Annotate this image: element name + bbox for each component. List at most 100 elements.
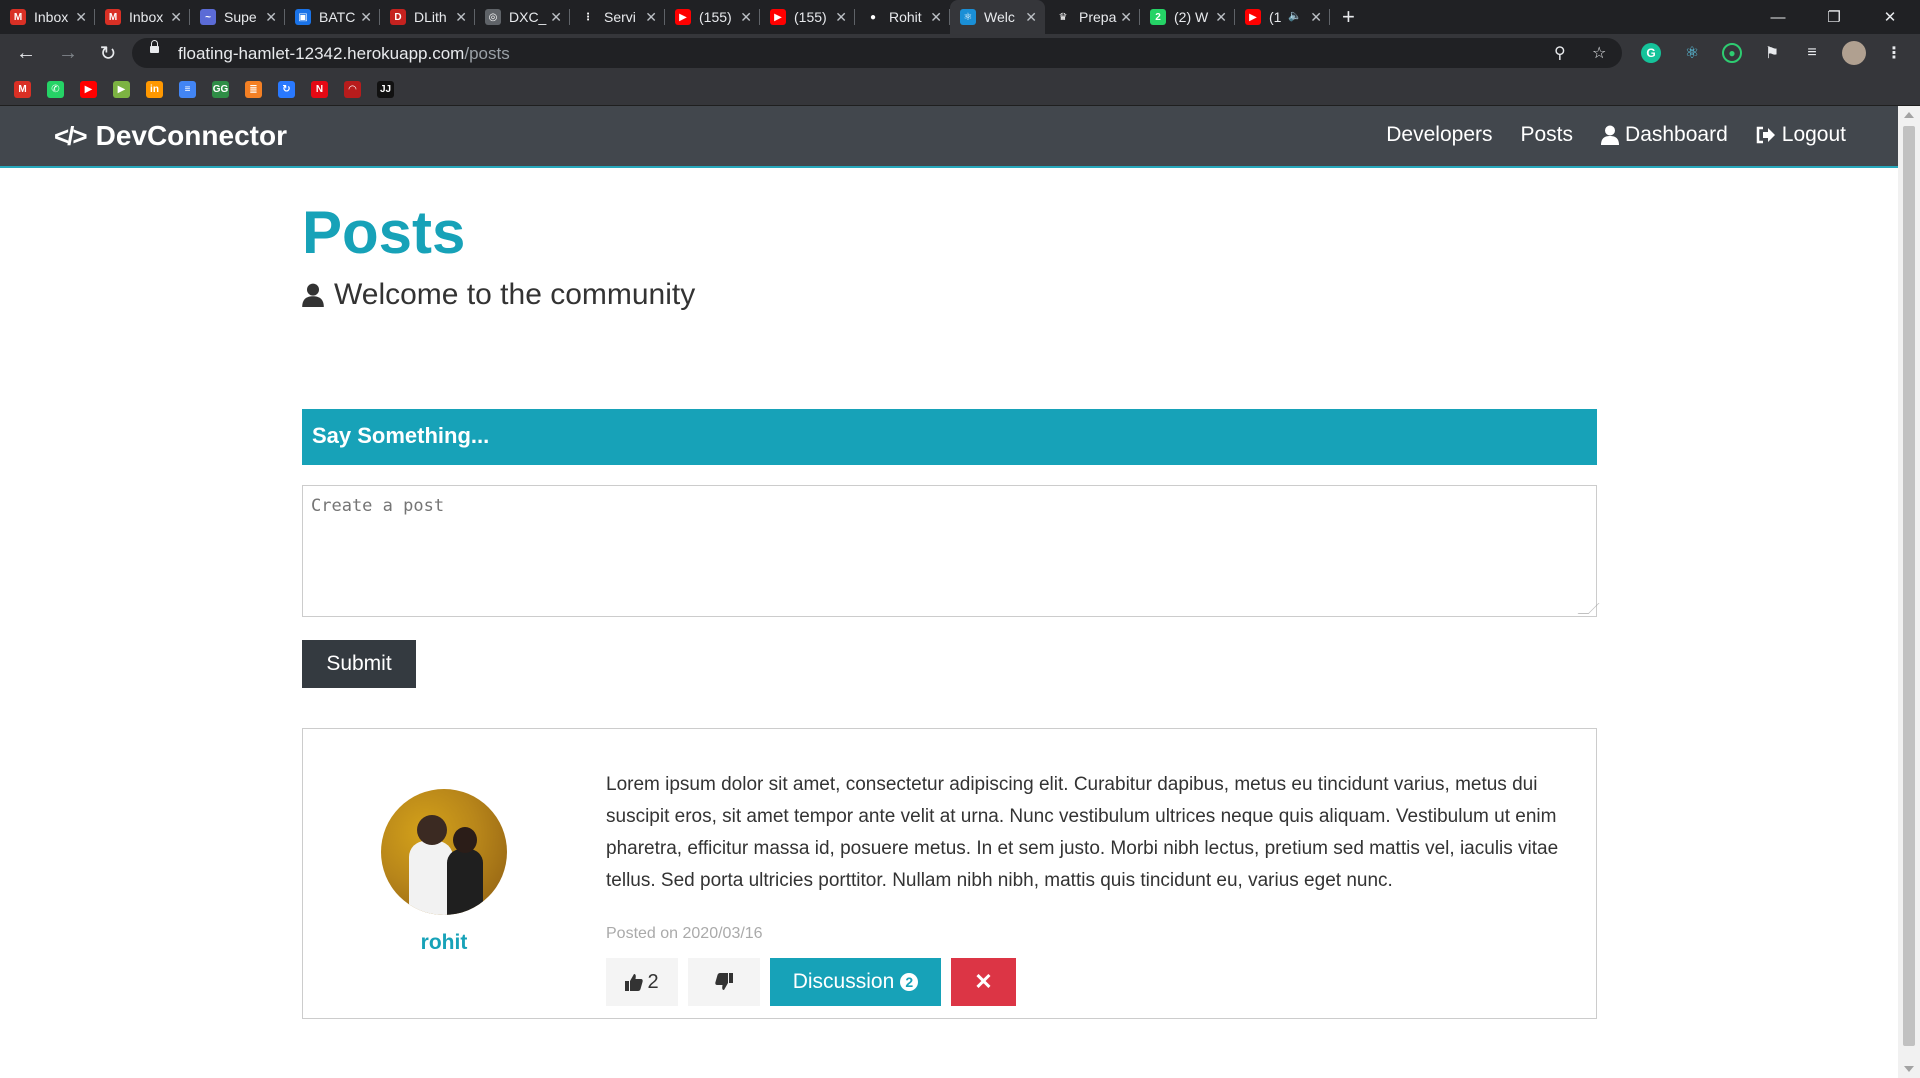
- bookmark-jj-icon[interactable]: JJ: [377, 81, 394, 98]
- browser-tab[interactable]: 2 (2) W ✕: [1140, 0, 1235, 34]
- target-extension-icon[interactable]: ●: [1722, 43, 1742, 63]
- github-icon: ●: [865, 9, 881, 25]
- new-tab-button[interactable]: +: [1342, 4, 1355, 30]
- scrollbar-thumb[interactable]: [1903, 126, 1915, 1046]
- nav-dashboard-link[interactable]: Dashboard: [1601, 123, 1728, 147]
- bookmark-gmail-icon[interactable]: M: [14, 81, 31, 98]
- nav-posts-link[interactable]: Posts: [1521, 123, 1574, 147]
- browser-tab[interactable]: ▶ (155) ✕: [665, 0, 760, 34]
- bookmark-refresh-arrow-icon[interactable]: ↻: [278, 81, 295, 98]
- browser-tab[interactable]: ~ Supe ✕: [190, 0, 285, 34]
- lead-text: Welcome to the community: [302, 278, 695, 312]
- browser-tab-title: Supe: [224, 9, 257, 25]
- bookmark-geeksforgeeks-icon[interactable]: GG: [212, 81, 229, 98]
- tab-close-icon[interactable]: ✕: [170, 9, 182, 26]
- forward-button[interactable]: →: [56, 42, 80, 64]
- browser-tab[interactable]: ▣ BATC ✕: [285, 0, 380, 34]
- tab-close-icon[interactable]: ✕: [645, 9, 657, 26]
- like-button[interactable]: 2: [606, 958, 678, 1006]
- like-count: 2: [647, 970, 659, 993]
- browser-tab-title: Servi: [604, 9, 636, 25]
- grammarly-extension-icon[interactable]: G: [1641, 43, 1661, 63]
- browser-tab-strip: M Inbox ✕ M Inbox ✕ ~ Supe ✕ ▣ BATC ✕ D DLith ✕ ◎ DXC_ ✕ ⋮…: [0, 0, 1920, 34]
- close-window-button[interactable]: ✕: [1867, 0, 1913, 34]
- omnibox[interactable]: floating-hamlet-12342.herokuapp.com/post…: [132, 38, 1622, 68]
- url-text[interactable]: floating-hamlet-12342.herokuapp.com/post…: [178, 44, 510, 64]
- tab-close-icon[interactable]: ✕: [930, 9, 942, 26]
- browser-tab[interactable]: ▶ (155) ✕: [760, 0, 855, 34]
- browser-tab-title: Welc: [984, 9, 1015, 25]
- tab-close-icon[interactable]: ✕: [75, 9, 87, 26]
- bookmark-whatsapp-icon[interactable]: ✆: [47, 81, 64, 98]
- create-post-textarea[interactable]: [302, 485, 1597, 617]
- browser-tab[interactable]: ● Rohit ✕: [855, 0, 950, 34]
- lock-icon[interactable]: [150, 40, 159, 53]
- speaker-icon[interactable]: 🔈: [1288, 9, 1302, 22]
- bookmark-netflix-icon[interactable]: N: [311, 81, 328, 98]
- extensions-puzzle-icon[interactable]: ⚑: [1762, 43, 1782, 63]
- key-icon[interactable]: ⚲: [1554, 43, 1566, 63]
- url-path: /posts: [464, 44, 510, 63]
- url-host: floating-hamlet-12342.herokuapp.com: [178, 44, 465, 63]
- dislike-button[interactable]: [688, 958, 760, 1006]
- bookmark-speedometer-icon[interactable]: ◠: [344, 81, 361, 98]
- page-viewport: </> DevConnector Developers Posts Dashbo…: [0, 106, 1898, 1078]
- tab-close-icon[interactable]: ✕: [360, 9, 372, 26]
- back-button[interactable]: ←: [14, 42, 38, 64]
- post-author-name[interactable]: rohit: [303, 931, 585, 955]
- user-icon: [1601, 125, 1620, 145]
- browser-tab[interactable]: ▶ (1 🔈 ✕: [1235, 0, 1330, 34]
- bookmark-youtube-icon[interactable]: ▶: [80, 81, 97, 98]
- discussion-button[interactable]: Discussion 2: [770, 958, 941, 1006]
- bookmark-play-icon[interactable]: ▶: [113, 81, 130, 98]
- author-avatar[interactable]: [381, 789, 507, 915]
- bookmark-linkedin-icon[interactable]: in: [146, 81, 163, 98]
- browser-tab-title: DLith: [414, 9, 447, 25]
- scroll-up-arrow-icon[interactable]: [1904, 112, 1914, 118]
- browser-tab-title: BATC: [319, 9, 356, 25]
- reload-button[interactable]: ↻: [96, 42, 120, 65]
- browser-tab[interactable]: M Inbox ✕: [0, 0, 95, 34]
- youtube-icon: ▶: [675, 9, 691, 25]
- maximize-button[interactable]: ❐: [1811, 0, 1857, 34]
- minimize-button[interactable]: —: [1755, 0, 1801, 34]
- brand-link[interactable]: </> DevConnector: [54, 120, 287, 152]
- bookmark-hackerrank-icon[interactable]: ≣: [245, 81, 262, 98]
- media-control-icon[interactable]: ≡: [1802, 43, 1822, 63]
- browser-tab[interactable]: ⋮ Servi ✕: [570, 0, 665, 34]
- code-icon: </>: [54, 120, 88, 151]
- nav-links: Developers Posts Dashboard Logout: [1358, 123, 1846, 147]
- tab-list: M Inbox ✕ M Inbox ✕ ~ Supe ✕ ▣ BATC ✕ D DLith ✕ ◎ DXC_ ✕ ⋮…: [0, 0, 1330, 34]
- tab-close-icon[interactable]: ✕: [1120, 9, 1132, 26]
- profile-avatar-icon[interactable]: [1842, 41, 1866, 65]
- delete-post-button[interactable]: ✕: [951, 958, 1016, 1006]
- nav-developers-link[interactable]: Developers: [1386, 123, 1492, 147]
- react-icon: ⚛: [960, 9, 976, 25]
- chrome-menu-icon[interactable]: ⋮: [1884, 43, 1904, 63]
- tab-close-icon[interactable]: ✕: [835, 9, 847, 26]
- tab-close-icon[interactable]: ✕: [1215, 9, 1227, 26]
- page-scrollbar[interactable]: [1898, 106, 1920, 1078]
- submit-post-button[interactable]: Submit: [302, 640, 416, 688]
- nav-posts-label: Posts: [1520, 123, 1574, 146]
- browser-tab[interactable]: ⚛ Welc ✕: [950, 0, 1045, 34]
- tab-close-icon[interactable]: ✕: [455, 9, 467, 26]
- browser-tab[interactable]: M Inbox ✕: [95, 0, 190, 34]
- tab-close-icon[interactable]: ✕: [1025, 9, 1037, 26]
- supercoder-icon: ~: [200, 9, 216, 25]
- gmail-icon: M: [105, 9, 121, 25]
- scroll-down-arrow-icon[interactable]: [1904, 1066, 1914, 1072]
- bookmark-star-icon[interactable]: ☆: [1592, 43, 1606, 63]
- bookmark-docs-icon[interactable]: ≡: [179, 81, 196, 98]
- react-devtools-icon[interactable]: ⚛: [1682, 43, 1702, 63]
- browser-tab[interactable]: D DLith ✕: [380, 0, 475, 34]
- tab-close-icon[interactable]: ✕: [1310, 9, 1322, 26]
- tab-close-icon[interactable]: ✕: [265, 9, 277, 26]
- browser-tab[interactable]: ◎ DXC_ ✕: [475, 0, 570, 34]
- nav-logout-link[interactable]: Logout: [1756, 123, 1846, 147]
- tab-close-icon[interactable]: ✕: [550, 9, 562, 26]
- sign-out-icon: [1756, 126, 1776, 144]
- browser-tab[interactable]: ♛ Prepa ✕: [1045, 0, 1140, 34]
- tab-close-icon[interactable]: ✕: [740, 9, 752, 26]
- lead-label: Welcome to the community: [334, 278, 696, 311]
